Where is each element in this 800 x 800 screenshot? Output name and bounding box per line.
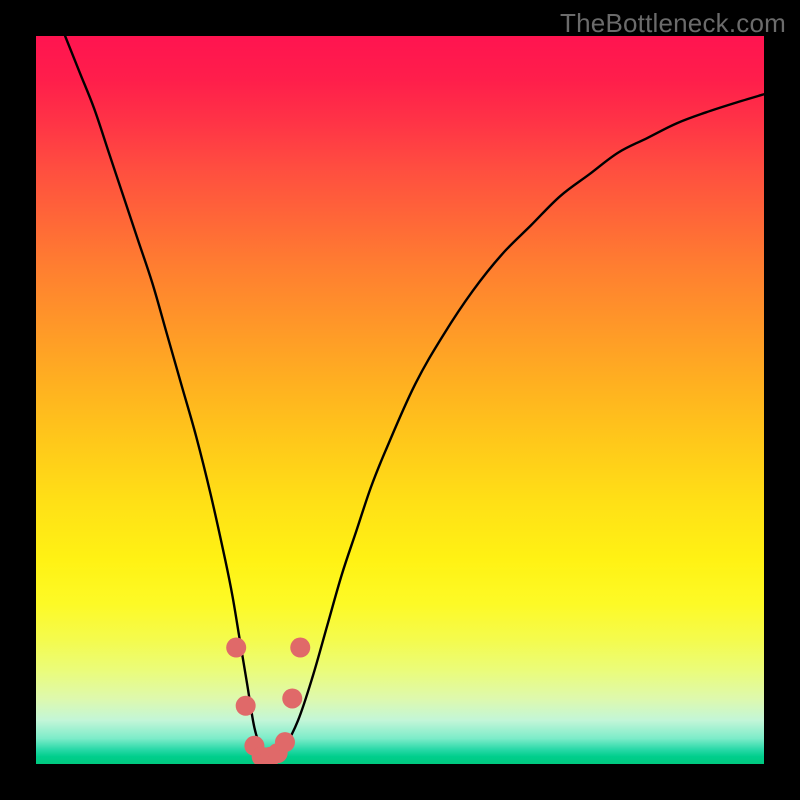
chart-frame: TheBottleneck.com [0, 0, 800, 800]
curve-path [65, 36, 764, 758]
curve-marker [275, 732, 295, 752]
plot-area [36, 36, 764, 764]
curve-marker [226, 638, 246, 658]
curve-marker [236, 696, 256, 716]
curve-line [65, 36, 764, 758]
watermark-text: TheBottleneck.com [560, 8, 786, 39]
curve-marker [290, 638, 310, 658]
chart-svg [36, 36, 764, 764]
curve-marker [282, 688, 302, 708]
curve-markers [226, 638, 310, 764]
